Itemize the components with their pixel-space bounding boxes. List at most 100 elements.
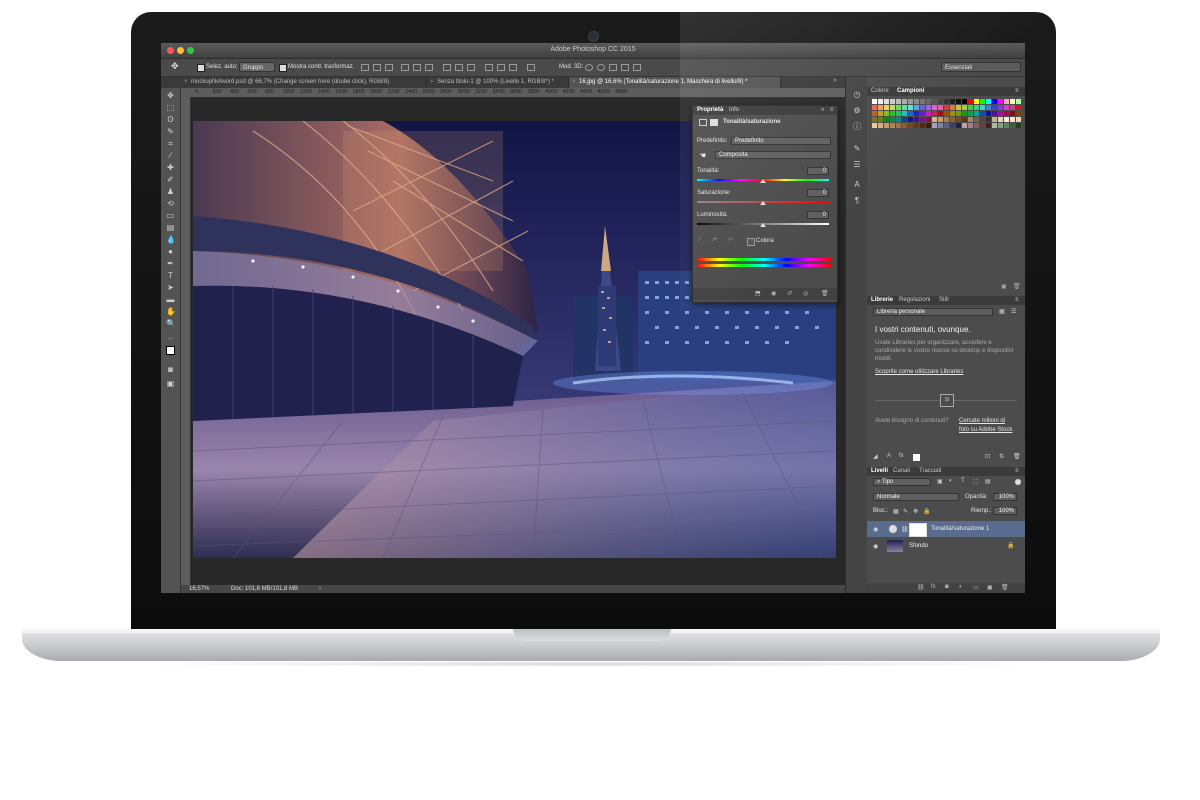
color-swatch[interactable] (968, 99, 973, 104)
lock-position-icon[interactable]: ✥ (913, 508, 918, 515)
layer-row-adjustment[interactable]: ◉ ⛓ Tonalità/saturazione 1 (867, 521, 1025, 537)
new-swatch-icon[interactable]: ▣ (1001, 283, 1007, 290)
color-swatch[interactable] (872, 123, 877, 128)
color-swatch[interactable] (950, 99, 955, 104)
layer-style-icon[interactable]: fx (931, 584, 936, 590)
color-swatch[interactable] (986, 123, 991, 128)
close-tab-icon[interactable]: × (430, 77, 434, 88)
eyedropper-tool-icon[interactable]: ⁄ (166, 152, 175, 160)
color-swatch[interactable] (890, 99, 895, 104)
lightness-slider-handle[interactable] (760, 223, 766, 227)
stock-search-icon[interactable]: ⊡ (985, 453, 990, 460)
character-icon[interactable]: A (853, 181, 861, 189)
tab-untitled[interactable]: × Senza titolo-1 @ 100% (Livello 1, RGB/8… (427, 77, 569, 88)
color-swatch[interactable] (980, 123, 985, 128)
list-view-icon[interactable]: ☰ (1011, 308, 1016, 315)
close-tab-icon[interactable]: × (572, 77, 576, 88)
color-swatch[interactable] (890, 111, 895, 116)
distribute-top-icon[interactable] (443, 64, 451, 71)
grid-view-icon[interactable]: ▦ (999, 308, 1005, 315)
adobe-stock-link[interactable]: Cercate milioni di foto su Adobe Stock (959, 417, 1015, 435)
color-swatch[interactable] (974, 105, 979, 110)
color-swatch[interactable] (878, 111, 883, 116)
filter-type-icon[interactable]: T (961, 478, 965, 484)
color-swatch[interactable] (974, 99, 979, 104)
color-swatch[interactable] (914, 105, 919, 110)
clone-stamp-tool-icon[interactable]: ♟ (166, 188, 175, 196)
filter-smart-icon[interactable]: ▤ (985, 478, 991, 485)
color-swatch[interactable] (962, 123, 967, 128)
rotate-3d-icon[interactable] (585, 64, 593, 71)
color-swatch[interactable] (986, 111, 991, 116)
color-swatch[interactable] (1010, 99, 1015, 104)
color-swatch[interactable] (986, 105, 991, 110)
quick-mask-icon[interactable]: ◙ (166, 366, 175, 374)
color-swatch[interactable] (956, 123, 961, 128)
color-swatch[interactable] (884, 123, 889, 128)
color-swatch[interactable] (914, 123, 919, 128)
color-swatch[interactable] (950, 117, 955, 122)
color-swatch[interactable] (1010, 111, 1015, 116)
crop-tool-icon[interactable]: ⌗ (166, 140, 175, 148)
eyedropper-icon[interactable]: ⁄ (699, 237, 700, 243)
color-swatch[interactable] (872, 105, 877, 110)
move-tool-icon[interactable]: ✥ (166, 92, 175, 100)
view-previous-icon[interactable]: ◉ (771, 290, 776, 297)
color-swatch[interactable] (956, 105, 961, 110)
color-swatch[interactable] (920, 123, 925, 128)
color-swatch[interactable] (998, 99, 1003, 104)
lock-transparency-icon[interactable]: ▦ (893, 508, 899, 515)
status-menu-icon[interactable]: › (319, 585, 321, 593)
align-top-icon[interactable] (361, 64, 369, 71)
color-swatch[interactable] (1004, 123, 1009, 128)
lasso-tool-icon[interactable]: ʘ (166, 116, 175, 124)
mask-icon[interactable] (710, 119, 718, 126)
color-swatch[interactable] (938, 105, 943, 110)
color-swatch[interactable] (992, 123, 997, 128)
channel-dropdown[interactable]: Composita (715, 151, 831, 159)
delete-library-item-icon[interactable]: 🗑 (1013, 453, 1021, 460)
tab-properties[interactable]: Proprietà (697, 107, 723, 113)
color-swatch[interactable] (1010, 117, 1015, 122)
color-swatch[interactable] (1010, 123, 1015, 128)
color-swatch[interactable] (992, 117, 997, 122)
libraries-menu-icon[interactable]: ≡ (1015, 297, 1019, 303)
color-swatch[interactable] (902, 105, 907, 110)
distribute-left-icon[interactable] (485, 64, 493, 71)
color-swatch[interactable] (884, 105, 889, 110)
link-layers-icon[interactable]: ⛓ (917, 584, 925, 591)
screen-mode-icon[interactable]: ▣ (166, 380, 175, 388)
color-swatch[interactable] (908, 99, 913, 104)
color-swatch[interactable] (890, 117, 895, 122)
history-brush-tool-icon[interactable]: ⟲ (166, 200, 175, 208)
color-swatch[interactable] (974, 123, 979, 128)
color-swatch[interactable] (908, 111, 913, 116)
slide-3d-icon[interactable] (621, 64, 629, 71)
trash-icon[interactable]: 🗑 (821, 290, 829, 297)
adjust-icon[interactable]: ⚙ (853, 107, 861, 115)
tab-libraries[interactable]: Librerie (871, 297, 893, 303)
saturation-slider-handle[interactable] (760, 201, 766, 205)
library-dropdown[interactable]: Libreria personale (873, 308, 993, 316)
swatch-grid[interactable] (872, 99, 1022, 128)
tab-swatches[interactable]: Campioni (897, 88, 924, 94)
sliders-icon[interactable]: ☰ (853, 161, 861, 169)
color-swatch[interactable] (980, 99, 985, 104)
new-adjustment-icon[interactable]: ◐ (959, 584, 963, 590)
color-swatch[interactable] (998, 123, 1003, 128)
lightness-input[interactable]: 0 (807, 211, 829, 219)
color-swatch[interactable] (998, 111, 1003, 116)
healing-brush-tool-icon[interactable]: ✚ (166, 164, 175, 172)
preset-dropdown[interactable]: Predefinito (731, 137, 831, 145)
color-swatch[interactable] (908, 117, 913, 122)
align-right-icon[interactable] (425, 64, 433, 71)
color-swatch[interactable] (920, 105, 925, 110)
distribute-hcenter-icon[interactable] (497, 64, 505, 71)
color-swatch[interactable] (926, 117, 931, 122)
color-swatch[interactable] (1004, 99, 1009, 104)
color-swatch[interactable] (896, 123, 901, 128)
align-hcenter-icon[interactable] (413, 64, 421, 71)
hue-slider-handle[interactable] (760, 179, 766, 183)
color-swatch[interactable] (944, 105, 949, 110)
color-swatch[interactable] (968, 111, 973, 116)
